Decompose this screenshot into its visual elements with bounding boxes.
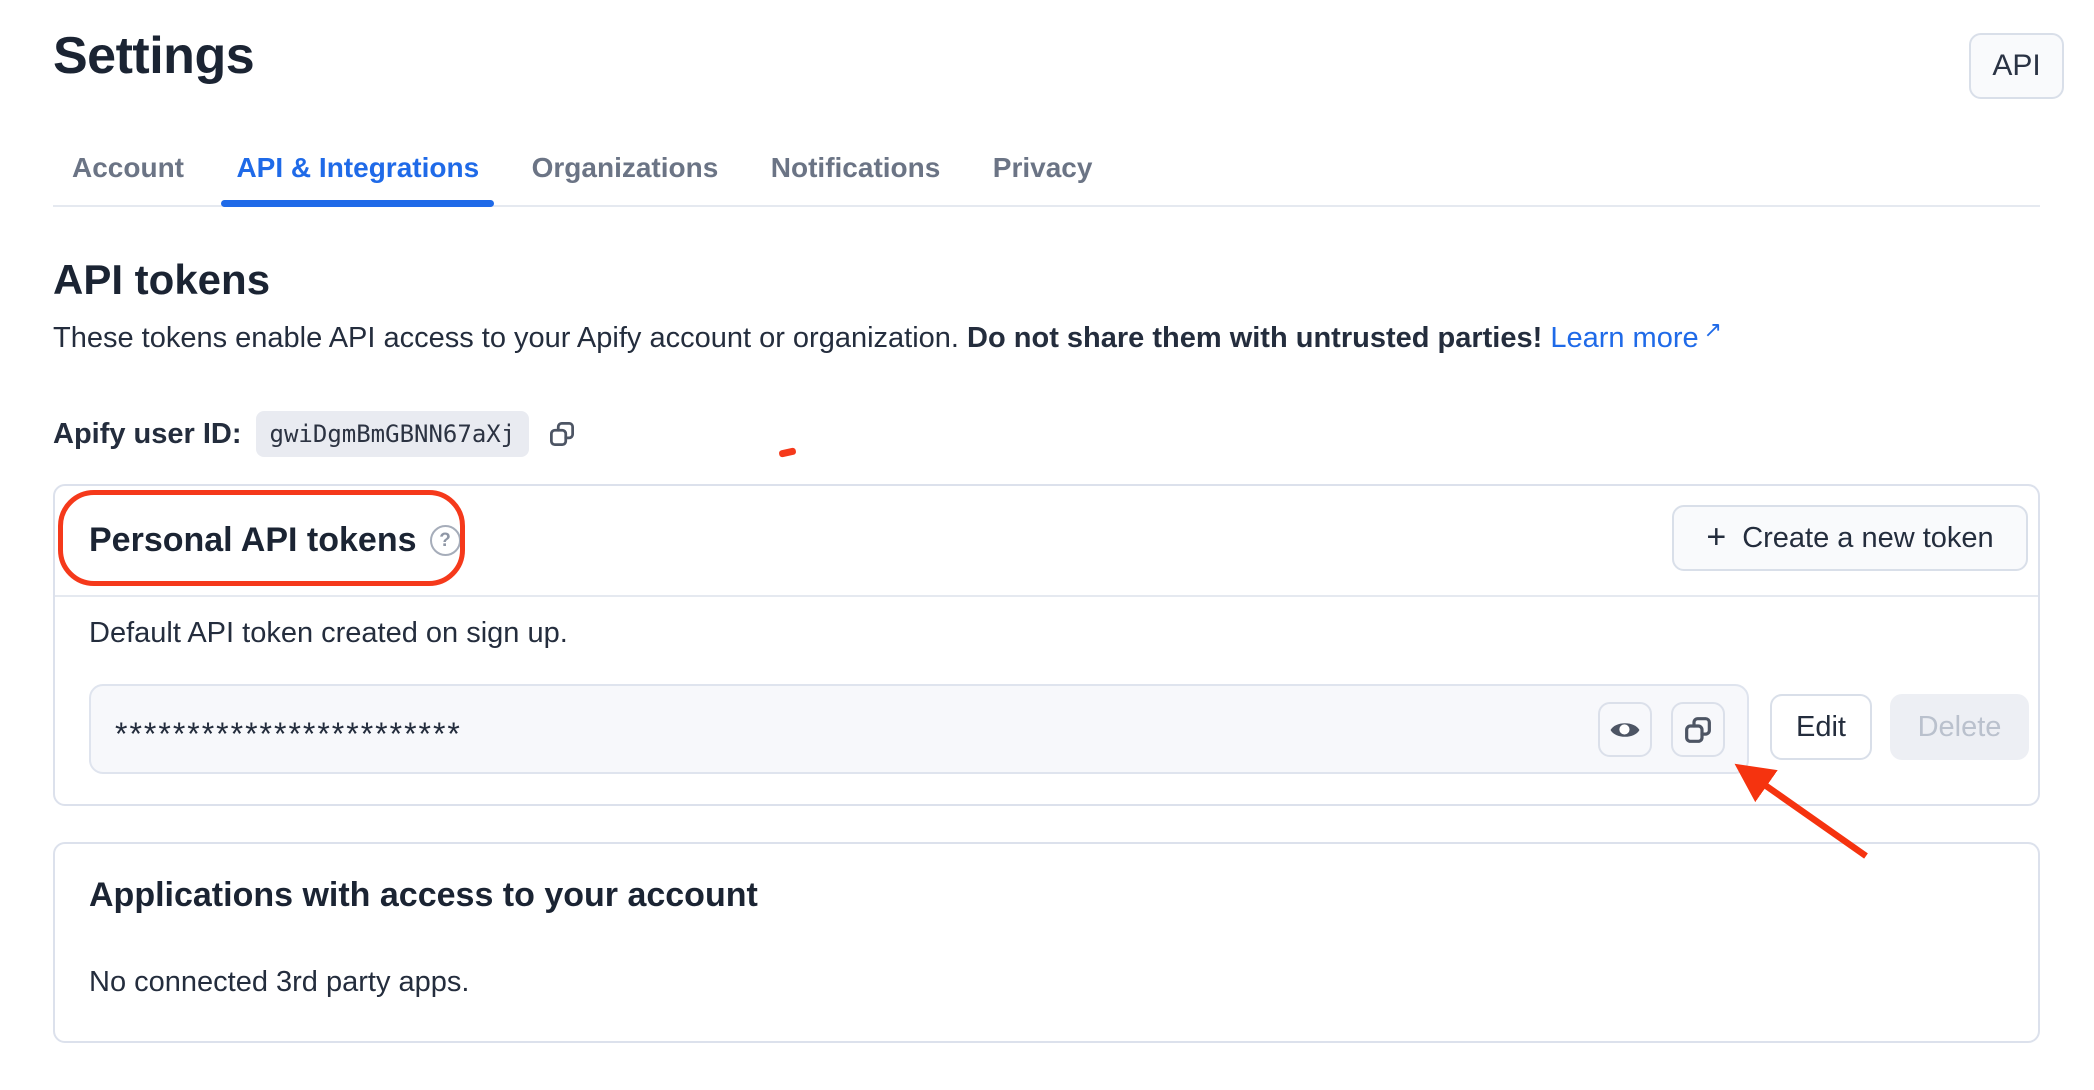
copy-token-button[interactable] — [1671, 702, 1725, 757]
create-new-token-button[interactable]: + Create a new token — [1672, 505, 2028, 571]
tab-privacy[interactable]: Privacy — [978, 140, 1108, 205]
delete-token-button: Delete — [1890, 694, 2029, 760]
tokens-card-header: Personal API tokens ? + Create a new tok… — [55, 486, 2038, 597]
user-id-label: Apify user ID: — [53, 418, 242, 451]
token-masked-value: ************************ — [115, 691, 462, 777]
personal-api-tokens-card: Personal API tokens ? + Create a new tok… — [53, 484, 2040, 806]
settings-page: Settings API Account API & Integrations … — [0, 0, 2094, 1090]
plus-icon: + — [1706, 518, 1726, 557]
copy-icon — [1682, 714, 1714, 746]
help-icon[interactable]: ? — [430, 525, 461, 556]
tab-organizations[interactable]: Organizations — [517, 140, 734, 205]
create-new-token-label: Create a new token — [1742, 522, 1993, 555]
copy-icon — [547, 419, 577, 449]
description-text: These tokens enable API access to your A… — [53, 322, 959, 354]
description-warning: Do not share them with untrusted parties… — [967, 322, 1542, 354]
api-button[interactable]: API — [1969, 33, 2064, 99]
api-tokens-heading: API tokens — [53, 256, 270, 304]
learn-more-link[interactable]: Learn more — [1550, 322, 1698, 354]
show-token-button[interactable] — [1598, 702, 1652, 757]
tab-notifications[interactable]: Notifications — [756, 140, 956, 205]
annotation-dash — [778, 447, 796, 457]
user-id-row: Apify user ID: gwiDgmBmGBNN67aXj — [53, 410, 579, 458]
applications-card-title: Applications with access to your account — [89, 876, 758, 915]
page-title: Settings — [53, 26, 254, 86]
external-link-icon: ↗ — [1704, 317, 1722, 342]
api-tokens-description: These tokens enable API access to your A… — [53, 318, 1722, 360]
applications-card: Applications with access to your account… — [53, 842, 2040, 1043]
token-masked-field[interactable]: ************************ — [89, 684, 1749, 774]
copy-user-id-button[interactable] — [545, 417, 579, 451]
edit-token-button[interactable]: Edit — [1770, 694, 1872, 760]
user-id-value: gwiDgmBmGBNN67aXj — [256, 411, 530, 457]
settings-tabs: Account API & Integrations Organizations… — [53, 140, 2040, 207]
tokens-card-title: Personal API tokens — [89, 521, 417, 560]
default-token-note: Default API token created on sign up. — [89, 617, 568, 650]
tab-account[interactable]: Account — [57, 140, 199, 205]
applications-empty-message: No connected 3rd party apps. — [89, 966, 469, 999]
eye-icon — [1608, 713, 1642, 747]
tab-api-integrations[interactable]: API & Integrations — [221, 140, 494, 205]
